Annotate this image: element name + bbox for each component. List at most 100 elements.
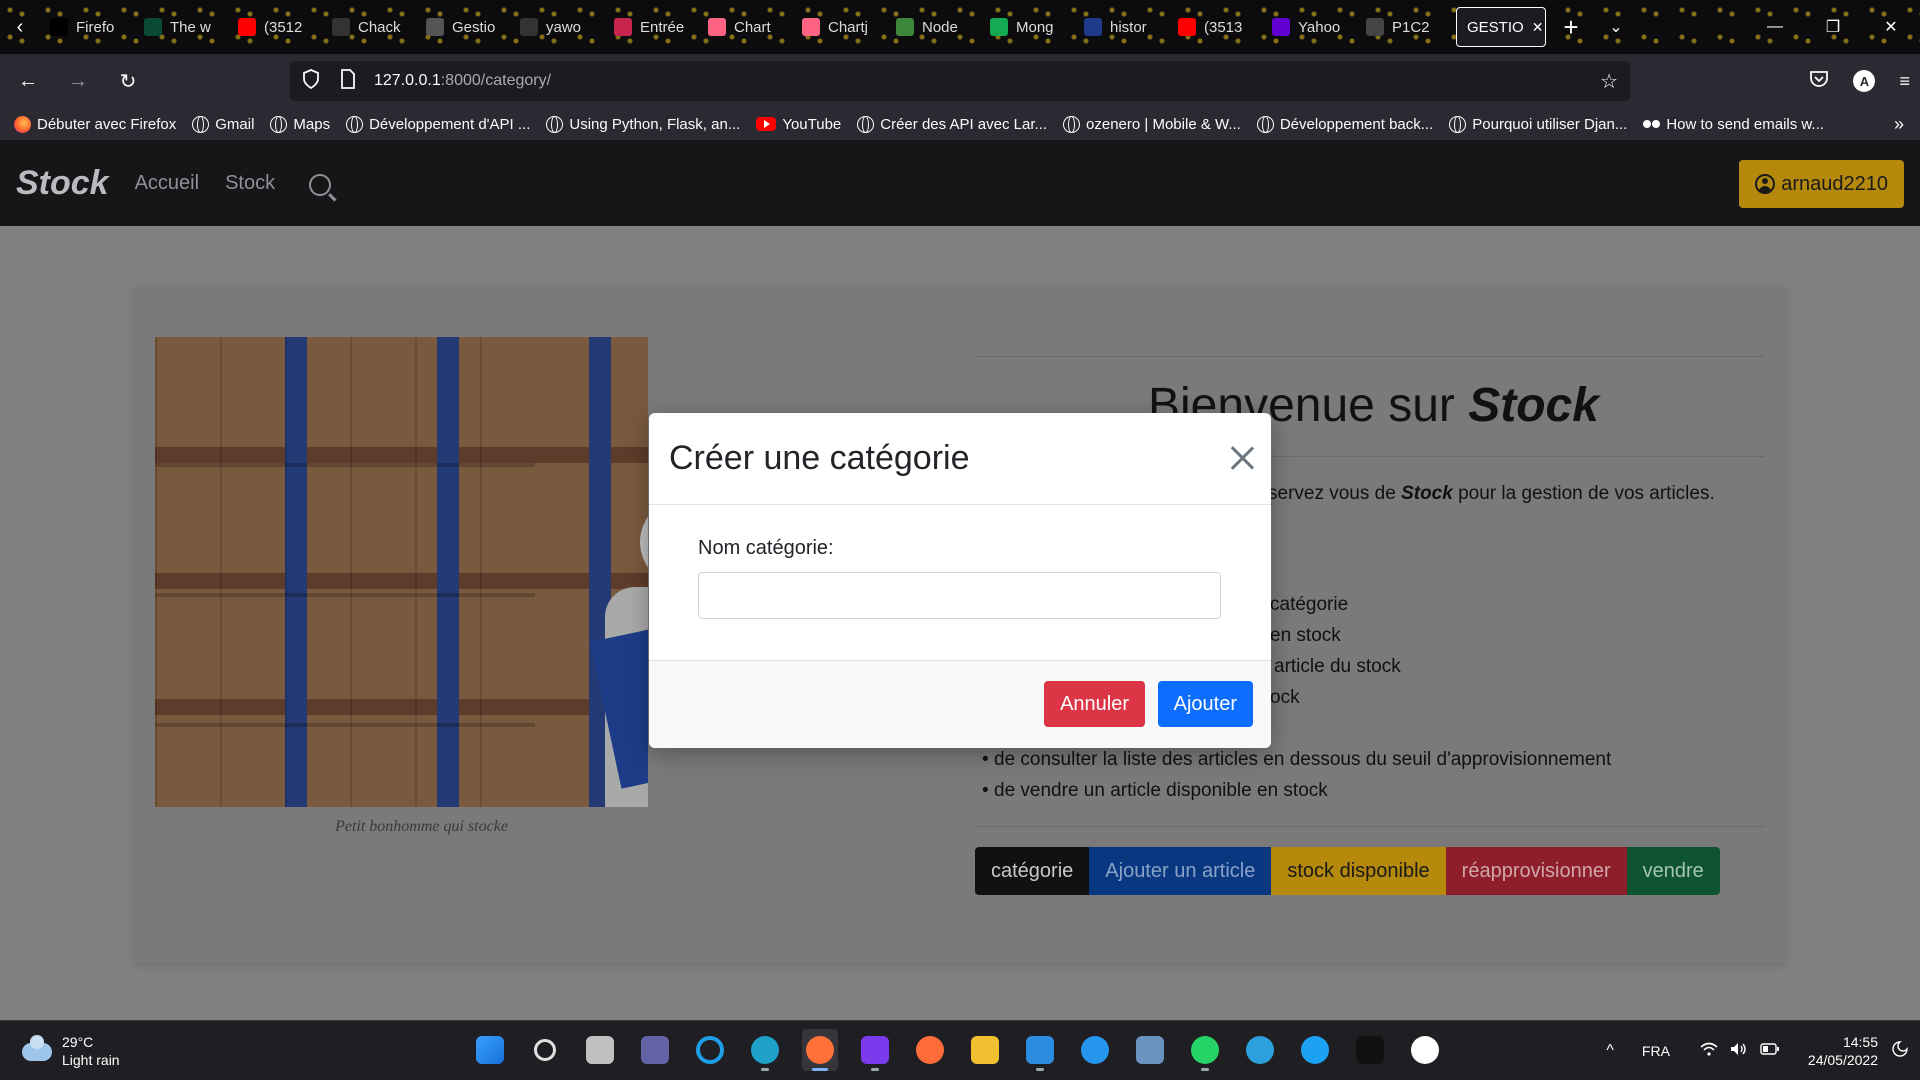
netflix-app-icon[interactable] [1352, 1029, 1388, 1071]
browser-tab[interactable]: (3512 [228, 7, 322, 47]
page-info-icon[interactable] [340, 68, 360, 94]
browser-tab[interactable]: yawo [510, 7, 604, 47]
search-icon[interactable] [309, 174, 332, 196]
browser-tab[interactable]: Mong [980, 7, 1074, 47]
bookmarks-overflow-icon[interactable]: » [1894, 114, 1904, 135]
bookmark-item[interactable]: Développement back... [1256, 115, 1434, 133]
add-article-button[interactable]: Ajouter un article [1089, 847, 1272, 895]
cortana-app-icon[interactable] [692, 1029, 728, 1071]
firefox-app-icon[interactable] [802, 1029, 838, 1071]
teams-app-icon[interactable] [637, 1029, 673, 1071]
task-view-app-icon[interactable] [582, 1029, 618, 1071]
postgresql-app-icon[interactable] [1132, 1029, 1168, 1071]
browser-tab[interactable]: Yahoo [1262, 7, 1356, 47]
bookmark-item[interactable]: How to send emails w... [1643, 116, 1824, 133]
bookmark-item[interactable]: Gmail [192, 115, 254, 133]
feature-fragment: article du stock [1274, 656, 1401, 677]
reload-button[interactable]: ↻ [106, 59, 150, 103]
tracking-protection-icon[interactable] [302, 68, 322, 94]
bookmark-item[interactable]: Débuter avec Firefox [14, 115, 176, 133]
tab-scroll-left-icon[interactable]: ‹ [0, 0, 40, 54]
add-button[interactable]: Ajouter [1157, 681, 1253, 727]
browser-tab[interactable]: Chart [698, 7, 792, 47]
twitter-app-icon[interactable] [1297, 1029, 1333, 1071]
bookmark-item[interactable]: YouTube [756, 116, 841, 133]
dots-icon [1643, 119, 1661, 129]
vscode-app-icon[interactable] [1022, 1029, 1058, 1071]
browser-tab[interactable]: Entrée [604, 7, 698, 47]
bookmark-item[interactable]: Maps [270, 115, 331, 133]
nav-link-stock[interactable]: Stock [225, 172, 275, 195]
forward-button[interactable]: → [56, 59, 100, 103]
tab-label: Chartj [828, 18, 869, 36]
file-explorer-app-icon[interactable] [967, 1029, 1003, 1071]
minimize-button[interactable]: — [1746, 0, 1804, 54]
close-icon[interactable] [1229, 445, 1255, 471]
discord-like-app-icon[interactable] [857, 1029, 893, 1071]
sell-button[interactable]: vendre [1626, 847, 1720, 895]
modal-body: Nom catégorie: [649, 505, 1271, 660]
browser-tab[interactable]: (3513 [1168, 7, 1262, 47]
docker-app-icon[interactable] [1077, 1029, 1113, 1071]
feature-fragment: ock [1270, 687, 1300, 708]
wordpad-app-icon[interactable] [1407, 1029, 1443, 1071]
bookmark-item[interactable]: Créer des API avec Lar... [857, 115, 1047, 133]
site-brand[interactable]: Stock [16, 164, 109, 203]
telegram-app-icon[interactable] [1242, 1029, 1278, 1071]
account-avatar[interactable]: A [1853, 70, 1876, 92]
browser-tab[interactable]: The w [134, 7, 228, 47]
weather-widget[interactable]: 29°C Light rain [22, 1033, 120, 1069]
temperature: 29°C [62, 1034, 94, 1050]
browser-tab-active[interactable]: GESTIO ✕ [1456, 7, 1546, 47]
url-bar[interactable]: 127.0.0.1:8000/category/ ☆ [290, 61, 1630, 101]
restore-button[interactable]: ❐ [1804, 0, 1862, 54]
category-name-input[interactable] [698, 572, 1221, 619]
input-language[interactable]: FRA [1642, 1043, 1670, 1059]
browser-tab[interactable]: histor [1074, 7, 1168, 47]
pocket-icon[interactable] [1809, 70, 1829, 93]
bookmark-item[interactable]: Using Python, Flask, an... [546, 115, 740, 133]
notification-icon[interactable] [1892, 1040, 1908, 1062]
bookmark-label: Maps [293, 115, 331, 133]
close-tab-icon[interactable]: ✕ [1532, 19, 1544, 36]
browser-tab[interactable]: P1C2 [1356, 7, 1450, 47]
bookmark-label: Développement d'API ... [369, 115, 531, 133]
available-stock-button[interactable]: stock disponible [1271, 847, 1446, 895]
user-menu-button[interactable]: arnaud2210 [1739, 160, 1904, 208]
whatsapp-app-icon[interactable] [1187, 1029, 1223, 1071]
db-icon [1084, 18, 1102, 36]
browser-tab[interactable]: Gestio [416, 7, 510, 47]
close-window-button[interactable]: ✕ [1862, 0, 1920, 54]
bookmark-star-icon[interactable]: ☆ [1600, 69, 1618, 94]
browser-tab[interactable]: Node [886, 7, 980, 47]
bookmark-item[interactable]: Pourquoi utiliser Djan... [1449, 115, 1627, 133]
search-app-icon[interactable] [527, 1029, 563, 1071]
new-tab-button[interactable]: + [1546, 12, 1596, 43]
weather-condition: Light rain [62, 1052, 120, 1068]
bookmark-label: Développement back... [1279, 115, 1434, 133]
category-button[interactable]: catégorie [975, 847, 1090, 895]
clock[interactable]: 14:55 24/05/2022 [1808, 1033, 1878, 1069]
tab-list-chevron-icon[interactable]: ⌄ [1596, 17, 1636, 37]
restock-button[interactable]: réapprovisionner [1445, 847, 1627, 895]
edge-app-icon[interactable] [747, 1029, 783, 1071]
bookmark-label: ozenero | Mobile & W... [1086, 115, 1241, 133]
tab-label: Gestio [452, 18, 496, 36]
globe-icon [192, 115, 210, 133]
browser-tab[interactable]: Chartj [792, 7, 886, 47]
volume-icon[interactable] [1730, 1042, 1748, 1060]
browser-tab[interactable]: Firefo [40, 7, 134, 47]
nav-link-accueil[interactable]: Accueil [135, 172, 199, 195]
battery-icon[interactable] [1760, 1042, 1780, 1060]
globe-icon [1256, 115, 1274, 133]
app-menu-icon[interactable]: ≡ [1899, 71, 1910, 92]
wifi-icon[interactable] [1700, 1042, 1718, 1060]
cancel-button[interactable]: Annuler [1044, 681, 1145, 727]
back-button[interactable]: ← [6, 59, 50, 103]
postman-app-icon[interactable] [912, 1029, 948, 1071]
bookmark-item[interactable]: ozenero | Mobile & W... [1063, 115, 1241, 133]
show-hidden-icons-icon[interactable]: ^ [1606, 1042, 1614, 1060]
browser-tab[interactable]: Chack [322, 7, 416, 47]
bookmark-item[interactable]: Développement d'API ... [346, 115, 531, 133]
start-app-icon[interactable] [472, 1029, 508, 1071]
